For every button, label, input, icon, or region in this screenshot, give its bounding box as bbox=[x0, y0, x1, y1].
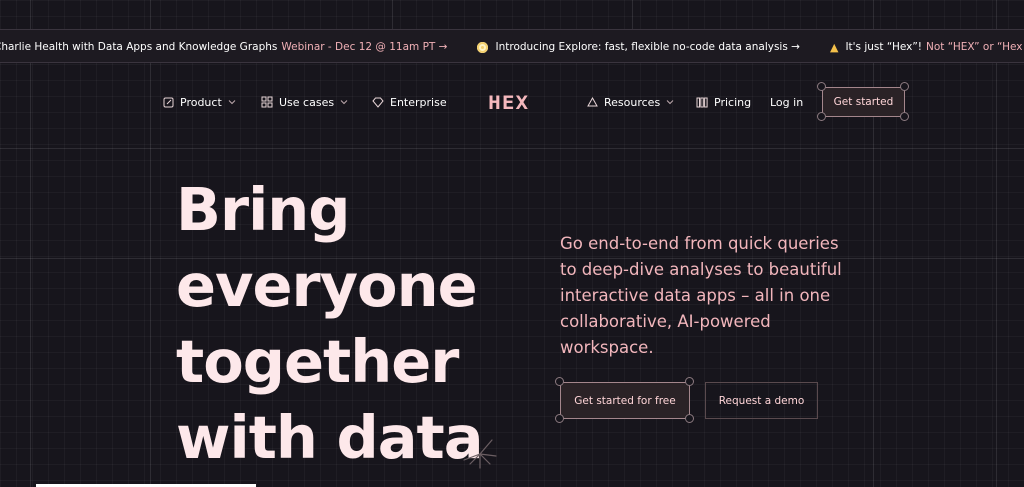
guide-line bbox=[632, 0, 633, 30]
corner-handle bbox=[685, 377, 694, 386]
clock-icon bbox=[477, 41, 489, 53]
nav-enterprise-label: Enterprise bbox=[390, 95, 447, 109]
nav-resources[interactable]: Resources bbox=[587, 94, 674, 110]
corner-handle bbox=[817, 112, 826, 121]
announcement-text: It's just “Hex”! bbox=[845, 41, 922, 53]
nav-enterprise[interactable]: Enterprise bbox=[372, 94, 447, 110]
hero-subheading: Go end-to-end from quick queries to deep… bbox=[560, 234, 842, 357]
guide-line bbox=[392, 0, 393, 30]
nav-resources-label: Resources bbox=[604, 95, 661, 109]
announcement-track: Charlie Health with Data Apps and Knowle… bbox=[0, 30, 1024, 62]
headline-line: Bring bbox=[176, 175, 351, 244]
grid-icon bbox=[261, 96, 273, 108]
get-started-free-button[interactable]: Get started for free bbox=[560, 382, 690, 419]
guide-line bbox=[873, 0, 874, 487]
guide-line bbox=[0, 148, 1024, 149]
headline-line: everyone bbox=[176, 251, 478, 320]
guide-line bbox=[30, 0, 31, 487]
columns-icon bbox=[696, 97, 708, 107]
corner-handle bbox=[555, 414, 564, 423]
announcement-link[interactable]: Not “HEX” or “Hex d bbox=[926, 41, 1024, 53]
announcement-text: Charlie Health with Data Apps and Knowle… bbox=[0, 41, 278, 53]
announcement-item[interactable]: ▲ It's just “Hex”! Not “HEX” or “Hex d bbox=[830, 41, 1024, 54]
sparkle-icon bbox=[463, 439, 497, 469]
triangle-icon bbox=[587, 97, 598, 107]
login-link[interactable]: Log in bbox=[770, 96, 803, 109]
announcement-text[interactable]: Introducing Explore: fast, flexible no-c… bbox=[495, 41, 799, 53]
nav-pricing-label: Pricing bbox=[714, 95, 752, 109]
nav-pricing[interactable]: Pricing bbox=[696, 94, 751, 110]
get-started-button[interactable]: Get started bbox=[822, 87, 905, 117]
corner-handle bbox=[900, 82, 909, 91]
headline-line: together bbox=[176, 327, 459, 396]
edit-icon bbox=[163, 97, 174, 107]
nav-product-label: Product bbox=[180, 95, 222, 109]
corner-handle bbox=[685, 414, 694, 423]
corner-handle bbox=[900, 112, 909, 121]
corner-handle bbox=[817, 82, 826, 91]
chevron-down-icon bbox=[228, 100, 236, 105]
corner-handle bbox=[555, 377, 564, 386]
announcement-link[interactable]: Webinar - Dec 12 @ 11am PT → bbox=[281, 41, 447, 53]
guide-line bbox=[996, 0, 997, 487]
announcement-bar: Charlie Health with Data Apps and Knowle… bbox=[0, 29, 1024, 63]
hero-headline: Bring everyone together with data bbox=[176, 172, 536, 476]
nav-product[interactable]: Product bbox=[163, 94, 236, 110]
diamond-icon bbox=[372, 97, 384, 108]
nav-use-cases[interactable]: Use cases bbox=[261, 94, 348, 110]
chevron-down-icon bbox=[340, 100, 348, 105]
pray-icon: ▲ bbox=[829, 40, 839, 54]
chevron-down-icon bbox=[666, 100, 674, 105]
guide-line bbox=[150, 0, 151, 487]
nav-use-cases-label: Use cases bbox=[279, 95, 335, 109]
announcement-item[interactable]: Charlie Health with Data Apps and Knowle… bbox=[0, 41, 447, 53]
request-demo-button[interactable]: Request a demo bbox=[705, 382, 818, 419]
announcement-item[interactable]: Introducing Explore: fast, flexible no-c… bbox=[477, 41, 800, 53]
hex-logo[interactable]: HEX bbox=[488, 92, 529, 114]
